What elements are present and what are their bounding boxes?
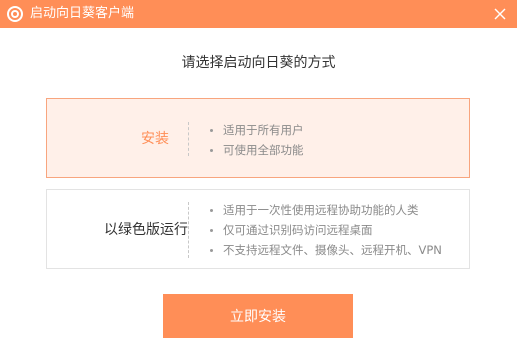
feature-item: 不支持远程文件、摄像头、远程开机、VPN <box>210 240 442 260</box>
feature-item: 仅可通过识别码访问远程桌面 <box>210 220 442 240</box>
option-divider <box>188 202 189 258</box>
window-title: 启动向日葵客户端 <box>30 6 135 21</box>
page-heading: 请选择启动向日葵的方式 <box>181 55 336 71</box>
launcher-window: 启动向日葵客户端 请选择启动向日葵的方式 安装 适用于所有用户 可使用全部功能 … <box>0 0 517 364</box>
install-now-button[interactable]: 立即安装 <box>163 294 353 338</box>
install-feature-list: 适用于所有用户 可使用全部功能 <box>210 120 304 160</box>
option-divider <box>188 122 189 156</box>
portable-run-option[interactable]: 以绿色版运行 适用于一次性使用远程协助功能的人类 仅可通过识别码访问远程桌面 不… <box>46 189 470 269</box>
feature-item: 适用于一次性使用远程协助功能的人类 <box>210 200 442 220</box>
install-option[interactable]: 安装 适用于所有用户 可使用全部功能 <box>46 98 470 178</box>
sunflower-logo-icon <box>7 6 23 22</box>
feature-item: 适用于所有用户 <box>210 120 304 140</box>
install-option-label: 安装 <box>141 131 169 147</box>
feature-item: 可使用全部功能 <box>210 140 304 160</box>
title-bar[interactable]: 启动向日葵客户端 <box>0 0 517 28</box>
portable-option-label: 以绿色版运行 <box>104 222 188 238</box>
close-icon[interactable] <box>491 5 509 23</box>
portable-feature-list: 适用于一次性使用远程协助功能的人类 仅可通过识别码访问远程桌面 不支持远程文件、… <box>210 200 442 260</box>
